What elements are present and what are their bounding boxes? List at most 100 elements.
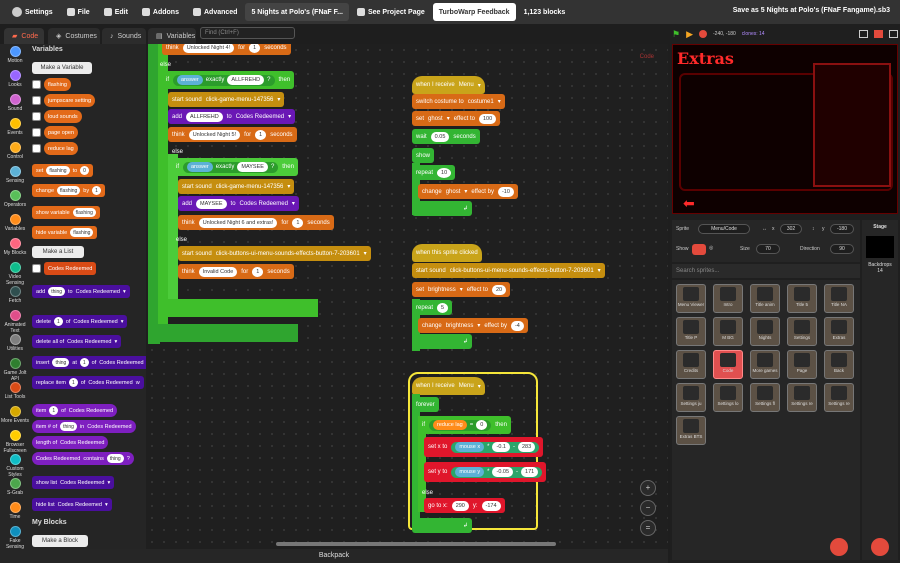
- sprite-tile[interactable]: Title 5: [787, 284, 817, 313]
- find-input[interactable]: Find (Ctrl+F): [200, 27, 295, 39]
- wait-block[interactable]: wait 0.05 seconds: [412, 129, 480, 144]
- settings-menu[interactable]: Settings: [6, 0, 59, 24]
- equals-condition[interactable]: answer exactly MAYSEE?: [183, 161, 279, 173]
- sprite-tile[interactable]: Extras BTS: [676, 416, 706, 445]
- turbowarp-feedback-button[interactable]: TurboWarp Feedback: [432, 3, 516, 21]
- x-input[interactable]: 302: [780, 224, 802, 234]
- tab-sounds[interactable]: ♪ Sounds: [102, 28, 146, 44]
- small-stage-icon[interactable]: [859, 30, 868, 38]
- category-list-tools[interactable]: List Tools: [0, 380, 30, 406]
- sprite-tile[interactable]: M BG: [713, 317, 743, 346]
- sound-dropdown[interactable]: click-game-menu-147356: [216, 184, 284, 190]
- message-dropdown[interactable]: Menu: [459, 383, 474, 389]
- secs-input[interactable]: 1: [252, 266, 264, 277]
- y-input[interactable]: -174: [481, 500, 501, 511]
- value-input[interactable]: -4: [510, 320, 524, 331]
- list-dropdown[interactable]: Codes Redeemed: [240, 201, 288, 207]
- set-y-block[interactable]: set y to mouse y * -0.05-171: [424, 462, 547, 482]
- repeat-block[interactable]: repeat 10: [412, 165, 456, 180]
- answer-reporter[interactable]: answer: [187, 162, 213, 172]
- category-utilities[interactable]: Utilities: [0, 332, 30, 358]
- secs-input[interactable]: 1: [249, 44, 261, 53]
- category-fetch[interactable]: Fetch: [0, 284, 30, 310]
- effect-dropdown[interactable]: ghost: [428, 116, 443, 122]
- sprite-tile[interactable]: Settings re: [824, 383, 854, 412]
- make-block-button[interactable]: Make a Block: [32, 535, 88, 547]
- value-input[interactable]: 100: [478, 113, 497, 124]
- value-input[interactable]: 0: [80, 166, 89, 175]
- project-title-input[interactable]: 5 Nights at Polo's (FNaF F...: [245, 3, 349, 21]
- change-var-block[interactable]: change flashing by 1: [32, 184, 105, 197]
- hide-list-block[interactable]: hide list Codes Redeemed ▾: [32, 498, 112, 511]
- list-dropdown[interactable]: Codes Redeemed: [58, 502, 102, 508]
- length-of-list-reporter[interactable]: length of Codes Redeemed: [32, 436, 109, 449]
- var-dropdown[interactable]: flashing: [70, 228, 94, 237]
- start-sound-block[interactable]: start sound click-game-menu-147356 ▾: [168, 92, 285, 107]
- category-sensing[interactable]: Sensing: [0, 164, 30, 190]
- advanced-menu[interactable]: Advanced: [187, 0, 243, 24]
- reduce-lag-reporter[interactable]: reduce lag: [433, 420, 467, 430]
- category-animated-text[interactable]: Animated Text: [0, 308, 30, 334]
- sprite-tile[interactable]: Settings re: [787, 383, 817, 412]
- index-input[interactable]: 1: [79, 358, 89, 367]
- list-dropdown[interactable]: Codes Redeemed: [36, 456, 80, 462]
- var-jumpscare-setting[interactable]: jumpscare setting: [44, 94, 96, 107]
- var-flashing[interactable]: flashing: [44, 78, 71, 91]
- category-control[interactable]: Control: [0, 140, 30, 166]
- list-contains-block[interactable]: Codes Redeemed contains thing?: [32, 452, 134, 465]
- stage-canvas[interactable]: Extras ⬅: [672, 44, 898, 214]
- sprite-tile[interactable]: Extras: [824, 317, 854, 346]
- show-variable-block[interactable]: show variable flashing: [32, 206, 100, 219]
- item-num-reporter[interactable]: item # of thing in Codes Redeemed: [32, 420, 136, 433]
- category-fake-sensing[interactable]: Fake Sensing: [0, 524, 30, 550]
- message-dropdown[interactable]: Menu: [459, 82, 474, 88]
- category-game-jolt-api[interactable]: Game Jolt API: [0, 356, 30, 382]
- horizontal-scrollbar[interactable]: [276, 542, 556, 546]
- answer-reporter[interactable]: answer: [177, 75, 203, 85]
- list-dropdown[interactable]: Codes Redeemed: [60, 480, 104, 486]
- category-sound[interactable]: Sound: [0, 92, 30, 118]
- value-input[interactable]: -0.1: [492, 442, 510, 452]
- value-input[interactable]: MAYSEE: [237, 162, 268, 172]
- add-to-list-block[interactable]: add ALLFREHD to Codes Redeemed ▾: [168, 109, 296, 124]
- index-input[interactable]: 1: [49, 406, 59, 415]
- direction-input[interactable]: 90: [830, 244, 854, 254]
- category-more-events[interactable]: More Events: [0, 404, 30, 430]
- var-dropdown[interactable]: flashing: [72, 208, 96, 217]
- category-my-blocks[interactable]: My Blocks: [0, 236, 30, 262]
- sprite-tile[interactable]: Credits: [676, 350, 706, 379]
- green-flag-icon[interactable]: ⚑: [672, 29, 680, 40]
- file-menu[interactable]: File: [61, 0, 96, 24]
- think-block[interactable]: think Unlocked Night 6 and extras! for 1 sec…: [178, 215, 334, 230]
- add-sprite-button[interactable]: [830, 538, 848, 556]
- wait-input[interactable]: 0.05: [430, 131, 450, 142]
- list-dropdown[interactable]: Codes Redeemed: [67, 339, 111, 345]
- expr[interactable]: mouse x * -0.1-283: [451, 441, 540, 453]
- index-input[interactable]: 1: [54, 317, 63, 326]
- set-x-block[interactable]: set x to mouse x * -0.1-283: [424, 437, 544, 457]
- sprite-tile[interactable]: Title anim: [750, 284, 780, 313]
- var-loud-sounds[interactable]: loud sounds: [44, 110, 82, 123]
- category-s-grab[interactable]: S-Grab: [0, 476, 30, 502]
- list-checkbox[interactable]: [32, 264, 41, 273]
- category-motion[interactable]: Motion: [0, 44, 30, 70]
- thing-input[interactable]: thing: [106, 454, 124, 463]
- list-dropdown[interactable]: Codes Redeemed: [88, 380, 132, 386]
- effect-dropdown[interactable]: brightness: [446, 323, 474, 329]
- sprite-tile[interactable]: Menu Viewer: [676, 284, 706, 313]
- set-effect-block[interactable]: set ghost ▾ effect to 100: [412, 111, 501, 126]
- x-input[interactable]: 290: [451, 500, 469, 511]
- delete-of-list-block[interactable]: delete 1 of Codes Redeemed ▾: [32, 315, 128, 328]
- thing-input[interactable]: thing: [48, 287, 66, 296]
- if-else-block[interactable]: if reduce lag = 0 then: [418, 416, 511, 434]
- large-stage-icon[interactable]: [874, 30, 883, 38]
- fullscreen-icon[interactable]: [889, 30, 898, 38]
- when-sprite-clicked-hat[interactable]: when this sprite clicked: [412, 244, 482, 262]
- change-effect-block[interactable]: change brightness ▾ effect by -4: [418, 318, 528, 333]
- insert-block[interactable]: insert thing at 1 of Codes Redeemed: [32, 356, 146, 369]
- list-dropdown[interactable]: Codes Redeemed: [69, 408, 113, 414]
- backpack[interactable]: Backpack: [0, 549, 668, 563]
- replace-item-block[interactable]: replace item 1 of Codes Redeemed w: [32, 376, 144, 389]
- sprite-tile[interactable]: Intro: [713, 284, 743, 313]
- var-page-open[interactable]: page open: [44, 126, 78, 139]
